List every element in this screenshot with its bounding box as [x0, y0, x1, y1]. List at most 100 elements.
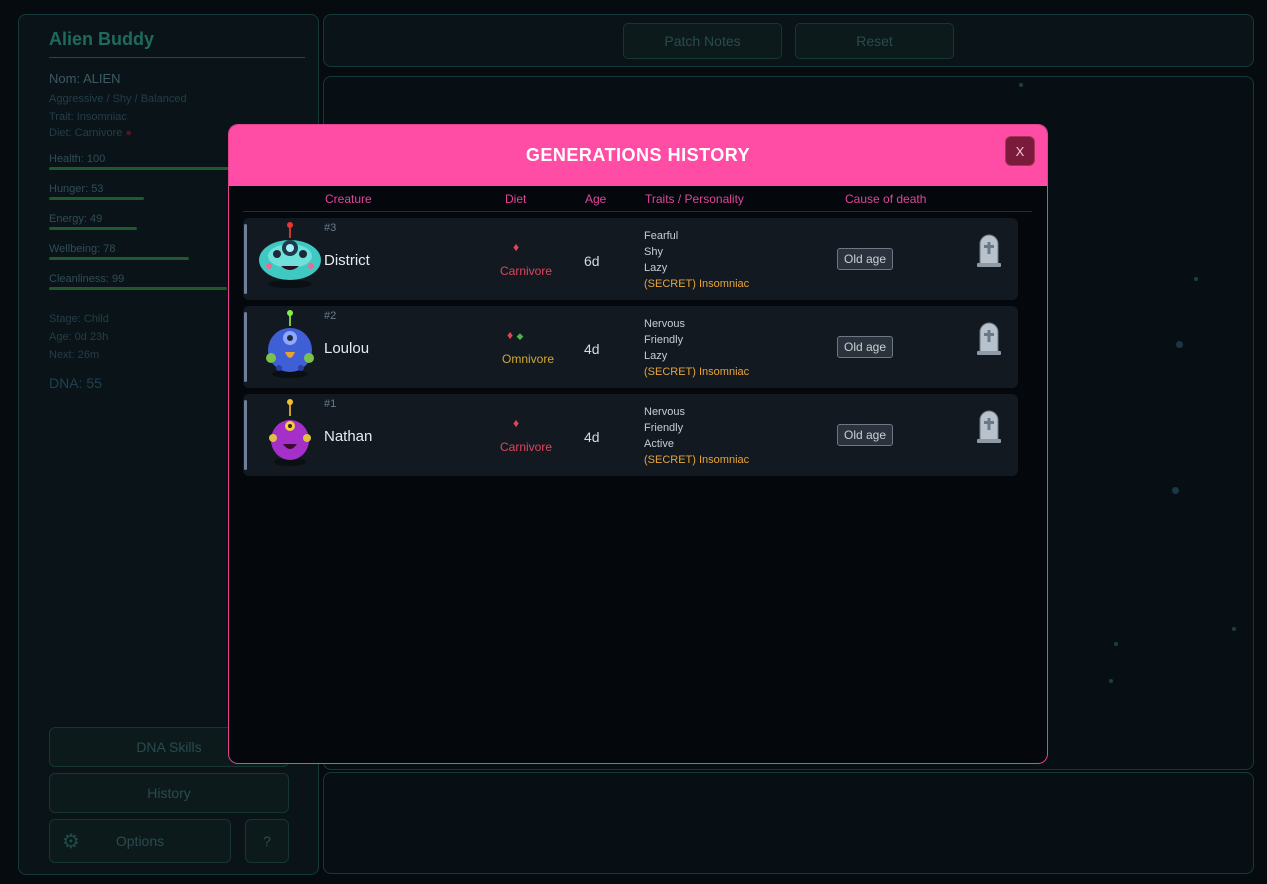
dna-counter: DNA: 55	[49, 375, 102, 391]
trait-item: Nervous	[644, 318, 685, 330]
trait-line: Trait: Insomniac	[49, 111, 127, 123]
star-particle	[1176, 341, 1183, 348]
meat-icon: ♦	[513, 416, 520, 430]
traits-list: Nervous Friendly Lazy (SECRET) Insomniac	[644, 316, 749, 380]
generation-number: #2	[324, 310, 337, 322]
creature-avatar	[269, 399, 311, 466]
row-accent	[244, 224, 247, 294]
star-particle	[1114, 642, 1118, 646]
diet-icons: ♦	[513, 240, 519, 254]
secret-trait: (SECRET) Insomniac	[644, 366, 750, 378]
stat-hunger-label: Hunger: 53	[49, 183, 104, 195]
column-header-creature: Creature	[325, 192, 372, 206]
stat-health-label: Health: 100	[49, 153, 106, 165]
app-title: Alien Buddy	[49, 29, 155, 49]
stat-energy-label: Energy: 49	[49, 213, 103, 225]
meat-icon: ♦	[507, 328, 514, 342]
trait-item: Active	[644, 438, 674, 450]
tombstone-icon	[977, 234, 1001, 267]
history-button[interactable]: History	[49, 773, 289, 813]
diet-line: Diet: Carnivore ●	[49, 127, 132, 139]
diet-icons: ♦	[513, 416, 519, 430]
secret-trait: (SECRET) Insomniac	[644, 278, 750, 290]
column-header-cause: Cause of death	[845, 192, 927, 206]
secret-trait: (SECRET) Insomniac	[644, 454, 750, 466]
history-row: #1 Nathan ♦ Carnivore 4d Nervous Friendl…	[243, 394, 1018, 476]
creature-name: Nathan	[324, 428, 373, 445]
stat-wellbeing-bar	[49, 257, 190, 260]
bottom-panel	[323, 772, 1254, 874]
diet-line-text: Diet: Carnivore	[49, 127, 123, 139]
stat-wellbeing: Wellbeing: 78	[49, 243, 229, 260]
trait-item: Lazy	[644, 262, 668, 274]
diet-icons: ♦ ◆	[507, 328, 523, 342]
stat-energy-bar	[49, 227, 138, 230]
cause-of-death-badge: Old age	[837, 424, 894, 446]
stat-energy: Energy: 49	[49, 213, 229, 230]
row-accent	[244, 400, 247, 470]
meat-icon: ●	[125, 127, 133, 139]
star-particle	[1109, 679, 1113, 683]
options-label: Options	[115, 833, 165, 849]
tombstone-icon	[977, 410, 1001, 443]
diet-label: Carnivore	[499, 440, 553, 454]
star-particle	[1172, 487, 1179, 494]
column-header-traits: Traits / Personality	[645, 192, 744, 206]
reset-button[interactable]: Reset	[795, 23, 954, 59]
cause-of-death-badge: Old age	[837, 336, 894, 358]
creature-name: District	[324, 252, 370, 269]
stat-health: Health: 100	[49, 153, 229, 170]
trait-item: Fearful	[644, 230, 679, 242]
modal-title: GENERATIONS HISTORY	[525, 145, 751, 165]
creature-name-line: Nom: ALIEN	[49, 71, 121, 86]
star-particle	[1232, 627, 1236, 631]
close-button[interactable]: X	[1005, 136, 1035, 166]
creature-age: 4d	[584, 429, 600, 445]
help-button[interactable]: ?	[245, 819, 289, 863]
tombstone-icon	[977, 322, 1001, 355]
trait-item: Friendly	[644, 422, 684, 434]
stat-health-bar	[49, 167, 229, 170]
generations-history-modal: GENERATIONS HISTORY X Creature Diet Age …	[228, 124, 1048, 764]
trait-item: Friendly	[644, 334, 684, 346]
diet-label: Carnivore	[499, 264, 553, 278]
stage-line: Stage: Child	[49, 313, 109, 325]
gear-icon: ⚙	[62, 830, 80, 853]
header-divider	[243, 211, 1032, 212]
generation-number: #3	[324, 222, 337, 234]
trait-item: Shy	[644, 246, 663, 258]
creature-avatar	[266, 310, 314, 378]
row-accent	[244, 312, 247, 382]
creature-age: 6d	[584, 253, 600, 269]
traits-list: Nervous Friendly Active (SECRET) Insomni…	[644, 404, 749, 468]
leaf-icon: ◆	[516, 331, 524, 341]
title-divider	[49, 57, 305, 58]
column-header-diet: Diet	[505, 192, 527, 206]
star-particle	[1019, 83, 1023, 87]
patch-notes-button[interactable]: Patch Notes	[623, 23, 782, 59]
stat-wellbeing-label: Wellbeing: 78	[49, 243, 116, 255]
traits-list: Fearful Shy Lazy (SECRET) Insomniac	[644, 228, 749, 292]
trait-item: Lazy	[644, 350, 668, 362]
column-header-age: Age	[585, 192, 607, 206]
star-particle	[1194, 277, 1198, 281]
stat-cleanliness-bar	[49, 287, 228, 290]
personality-line: Aggressive / Shy / Balanced	[49, 93, 187, 105]
history-row: #3 District ♦ Carnivore 6d Fearful Shy L…	[243, 218, 1018, 300]
generation-number: #1	[324, 398, 337, 410]
stat-hunger: Hunger: 53	[49, 183, 229, 200]
creature-name: Loulou	[324, 340, 370, 357]
creature-avatar	[259, 222, 321, 288]
meat-icon: ♦	[513, 240, 520, 254]
stat-hunger-bar	[49, 197, 145, 200]
creature-age: 4d	[584, 341, 600, 357]
next-stage-line: Next: 26m	[49, 349, 100, 361]
age-line: Age: 0d 23h	[49, 331, 109, 343]
top-bar: Patch Notes Reset	[323, 14, 1254, 67]
options-button[interactable]: ⚙ Options	[49, 819, 231, 863]
diet-label: Omnivore	[501, 352, 554, 366]
history-row: #2 Loulou ♦ ◆ Omnivore 4d Nervous Friend…	[243, 306, 1018, 388]
stat-cleanliness: Cleanliness: 99	[49, 273, 229, 290]
close-icon: X	[1015, 143, 1025, 159]
modal-header: GENERATIONS HISTORY X	[229, 125, 1047, 186]
